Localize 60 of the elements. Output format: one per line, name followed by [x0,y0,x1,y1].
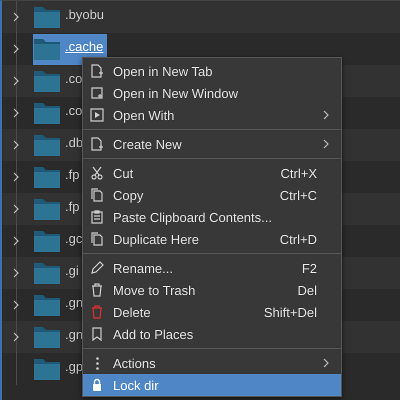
folder-item[interactable]: .cache [33,34,108,64]
chevron-right-icon[interactable] [11,236,21,246]
chevron-right-icon [321,110,331,120]
chevron-right-icon[interactable] [11,332,21,342]
folder-icon [33,5,61,29]
folder-icon [33,197,61,221]
folder-name: .byobu [65,6,104,22]
chevron-right-icon[interactable] [11,76,21,86]
clipboard-icon [89,209,105,225]
play-icon [89,107,105,123]
chevron-right-icon [321,139,331,149]
folder-icon [33,229,61,253]
pencil-icon [89,260,105,276]
folder-name: .db [65,134,84,150]
menu-item[interactable]: Rename... F2 [83,257,341,279]
menu-item[interactable]: Paste Clipboard Contents... [83,206,341,228]
chevron-right-icon[interactable] [11,140,21,150]
folder-icon [33,37,61,61]
window-icon [89,85,105,101]
chevron-right-icon[interactable] [11,172,21,182]
folder-name: .gc [65,230,82,246]
folder-item[interactable]: .fp [33,194,84,224]
folder-name: .cache [65,38,104,54]
folder-icon [33,133,61,157]
menu-item[interactable]: Cut Ctrl+X [83,162,341,184]
menu-item[interactable]: Copy Ctrl+C [83,184,341,206]
folder-name: .co [65,102,82,118]
chevron-right-icon[interactable] [11,108,21,118]
scissors-icon [89,165,105,181]
duplicate-icon [89,231,105,247]
file-add-icon [89,136,105,152]
folder-name: .gi [65,262,79,278]
copy-icon [89,187,105,203]
trash-icon [89,282,105,298]
folder-item[interactable]: .gi [33,258,83,288]
chevron-right-icon[interactable] [11,204,21,214]
chevron-right-icon[interactable] [11,44,21,54]
folder-name: .fp [65,166,80,182]
folder-name: .gp [65,358,84,374]
folder-item[interactable]: .fp [33,162,84,192]
chevron-right-icon[interactable] [11,268,21,278]
folder-icon [33,261,61,285]
menu-item[interactable]: Lock dir [83,374,341,396]
folder-icon [33,325,61,349]
folder-icon [33,293,61,317]
folder-name: .gn [65,326,84,342]
folder-name: .co [65,70,82,86]
trash-icon [89,304,105,320]
chevron-right-icon [321,358,331,368]
folder-icon [33,69,61,93]
folder-name: .gn [65,294,84,310]
folder-item[interactable]: .byobu [33,2,108,32]
folder-icon [33,357,61,381]
folder-name: .fp [65,198,80,214]
chevron-right-icon[interactable] [11,300,21,310]
dots-icon [96,356,98,370]
tab-icon [89,63,105,79]
chevron-right-icon[interactable] [11,12,21,22]
folder-icon [33,165,61,189]
folder-icon [33,101,61,125]
